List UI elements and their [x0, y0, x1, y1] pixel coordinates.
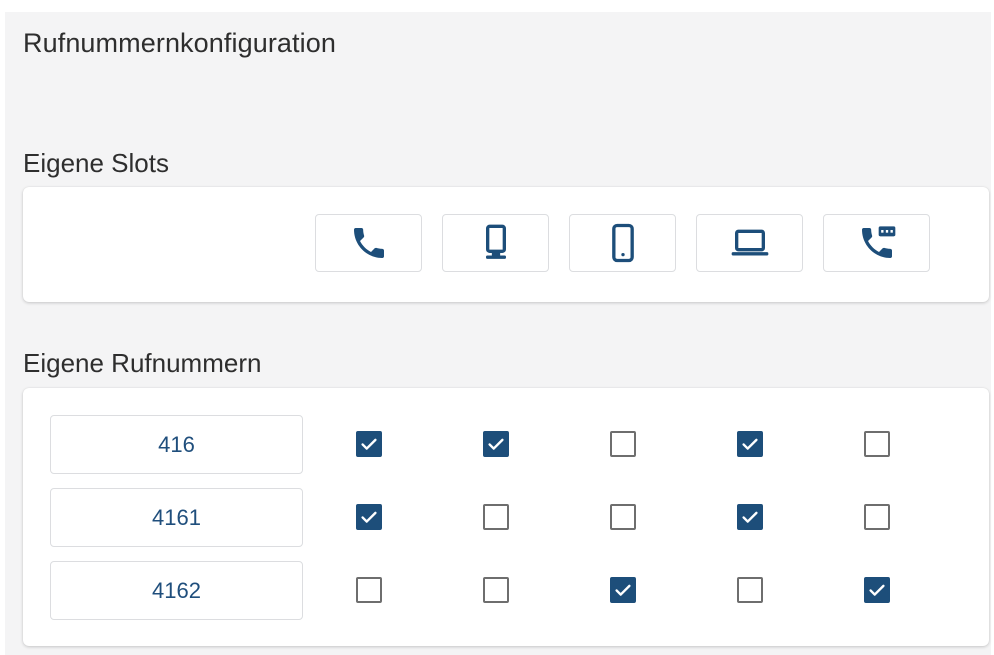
slot-checkbox[interactable]	[483, 504, 509, 530]
slot-checkbox[interactable]	[864, 431, 890, 457]
laptop-icon	[731, 229, 768, 256]
slot-desk-phone-button[interactable]	[442, 214, 549, 272]
checkmark-icon	[488, 438, 504, 450]
slot-checkbox[interactable]	[483, 431, 509, 457]
checkmark-icon	[615, 584, 631, 596]
slot-checkbox[interactable]	[356, 504, 382, 530]
number-field[interactable]: 4162	[50, 561, 303, 620]
slot-sip-phone-button[interactable]	[823, 214, 930, 272]
slot-phone-button[interactable]	[315, 214, 422, 272]
desk-phone-icon	[485, 224, 506, 259]
numbers-section-title: Eigene Rufnummern	[23, 348, 262, 378]
slot-checkbox[interactable]	[610, 431, 636, 457]
slots-card	[23, 187, 989, 302]
slot-checkbox[interactable]	[864, 577, 890, 603]
checkmark-icon	[869, 584, 885, 596]
slot-mobile-button[interactable]	[569, 214, 676, 272]
slot-checkbox[interactable]	[356, 577, 382, 603]
number-field[interactable]: 416	[50, 415, 303, 474]
slot-checkbox[interactable]	[864, 504, 890, 530]
slot-checkbox[interactable]	[483, 577, 509, 603]
slot-checkbox[interactable]	[737, 431, 763, 457]
slot-checkbox[interactable]	[356, 431, 382, 457]
page-title: Rufnummernkonfiguration	[23, 28, 336, 58]
slot-checkbox[interactable]	[737, 504, 763, 530]
checkmark-icon	[742, 511, 758, 523]
checkmark-icon	[361, 511, 377, 523]
sip-phone-icon	[861, 226, 895, 258]
slot-laptop-button[interactable]	[696, 214, 803, 272]
number-field[interactable]: 4161	[50, 488, 303, 547]
slot-checkbox[interactable]	[610, 504, 636, 530]
slot-checkbox[interactable]	[610, 577, 636, 603]
checkmark-icon	[361, 438, 377, 450]
mobile-icon	[611, 223, 634, 263]
phone-icon	[353, 228, 384, 258]
slots-section-title: Eigene Slots	[23, 148, 169, 178]
slot-checkbox[interactable]	[737, 577, 763, 603]
checkmark-icon	[742, 438, 758, 450]
numbers-card: 416 4161 4162	[23, 388, 989, 646]
